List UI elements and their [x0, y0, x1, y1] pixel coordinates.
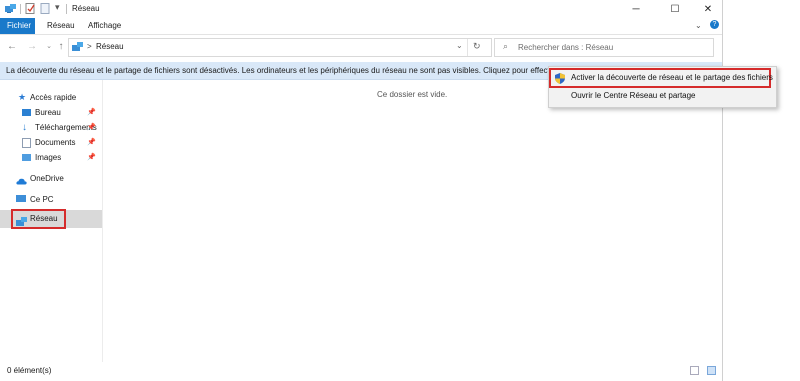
maximize-button[interactable]: ☐: [658, 0, 692, 18]
sidebar-item-label: OneDrive: [30, 174, 64, 183]
sidebar-item-label: Réseau: [30, 214, 58, 223]
tab-fichier[interactable]: Fichier: [0, 18, 35, 34]
tab-reseau[interactable]: Réseau: [40, 18, 82, 34]
new-folder-icon[interactable]: [40, 3, 51, 14]
up-button[interactable]: ↑: [55, 40, 67, 54]
sidebar-item-quick-access[interactable]: ★ Accès rapide: [0, 90, 102, 105]
sidebar-item-telechargements[interactable]: ↓ Téléchargements 📌: [0, 120, 102, 135]
expand-ribbon-icon[interactable]: ⌄: [695, 21, 702, 30]
back-button[interactable]: ←: [6, 40, 18, 54]
status-bar: 0 élément(s): [0, 362, 722, 381]
minimize-button[interactable]: ─: [619, 0, 653, 18]
refresh-icon[interactable]: ↻: [473, 41, 481, 52]
menu-item-label: Ouvrir le Centre Réseau et partage: [571, 91, 696, 100]
pin-icon[interactable]: 📌: [87, 150, 96, 165]
sidebar-item-label: Images: [35, 153, 62, 162]
address-divider: [467, 39, 468, 56]
address-row: ← → ⌄ ↑ > Réseau ⌄ ↻ ⌕ Rechercher dans :…: [0, 35, 722, 59]
star-icon: ★: [18, 92, 27, 102]
cloud-icon: [16, 175, 27, 185]
help-icon[interactable]: ?: [710, 20, 719, 29]
sidebar-item-reseau[interactable]: Réseau: [0, 209, 102, 229]
title-separator: [66, 4, 67, 14]
sidebar-item-ce-pc[interactable]: Ce PC: [0, 192, 102, 207]
desktop-icon: [22, 109, 31, 116]
pin-icon[interactable]: 📌: [87, 135, 96, 150]
properties-icon[interactable]: [25, 3, 36, 14]
tab-affichage[interactable]: Affichage: [81, 18, 128, 34]
pictures-icon: [22, 154, 31, 161]
pin-icon[interactable]: 📌: [87, 120, 96, 135]
pin-icon[interactable]: 📌: [87, 105, 96, 120]
title-bar: ▾ Réseau ─ ☐ ✕: [0, 0, 722, 18]
sidebar-item-label: Accès rapide: [30, 93, 77, 102]
explorer-window: ▾ Réseau ─ ☐ ✕ Fichier Réseau Affichage …: [0, 0, 723, 381]
network-folder-icon: [5, 3, 16, 14]
search-input[interactable]: Rechercher dans : Réseau: [518, 43, 613, 52]
address-bar[interactable]: > Réseau ⌄ ↻: [68, 38, 492, 57]
menu-item-enable-discovery[interactable]: Activer la découverte de réseau et le pa…: [549, 68, 776, 88]
breadcrumb-separator: >: [87, 42, 92, 51]
sidebar-item-documents[interactable]: Documents 📌: [0, 135, 102, 150]
download-icon: ↓: [22, 122, 27, 133]
documents-icon: [22, 138, 31, 148]
window-title: Réseau: [72, 4, 100, 13]
large-icons-view-icon[interactable]: [707, 366, 716, 375]
sidebar-item-bureau[interactable]: Bureau 📌: [0, 105, 102, 120]
context-menu: Activer la découverte de réseau et le pa…: [548, 66, 777, 108]
menu-item-label: Activer la découverte de réseau et le pa…: [571, 73, 773, 82]
qat-dropdown-icon[interactable]: ▾: [55, 2, 60, 13]
empty-folder-text: Ce dossier est vide.: [377, 90, 448, 99]
forward-button[interactable]: →: [26, 40, 38, 54]
search-icon: ⌕: [503, 41, 509, 51]
recent-locations-icon[interactable]: ⌄: [43, 40, 55, 54]
item-count: 0 élément(s): [7, 366, 52, 375]
search-box[interactable]: ⌕ Rechercher dans : Réseau: [494, 38, 714, 57]
navigation-pane: ★ Accès rapide Bureau 📌 ↓ Téléchargement…: [0, 80, 103, 362]
title-separator: [20, 4, 21, 14]
sidebar-item-label: Bureau: [35, 108, 61, 117]
sidebar-item-onedrive[interactable]: OneDrive: [0, 171, 102, 186]
computer-icon: [16, 195, 26, 202]
network-icon: [72, 42, 84, 54]
content-area[interactable]: Ce dossier est vide.: [103, 80, 722, 362]
sidebar-item-label: Documents: [35, 138, 76, 147]
address-dropdown-icon[interactable]: ⌄: [456, 41, 463, 50]
ribbon: Fichier Réseau Affichage ⌄ ?: [0, 18, 722, 35]
menu-item-open-network-center[interactable]: Ouvrir le Centre Réseau et partage: [549, 87, 776, 105]
sidebar-item-label: Ce PC: [30, 195, 54, 204]
sidebar-item-images[interactable]: Images 📌: [0, 150, 102, 165]
breadcrumb-reseau[interactable]: Réseau: [96, 42, 124, 51]
details-view-icon[interactable]: [690, 366, 699, 375]
network-icon: [16, 215, 27, 226]
close-button[interactable]: ✕: [693, 0, 723, 18]
info-bar-text: La découverte du réseau et le partage de…: [6, 66, 590, 75]
